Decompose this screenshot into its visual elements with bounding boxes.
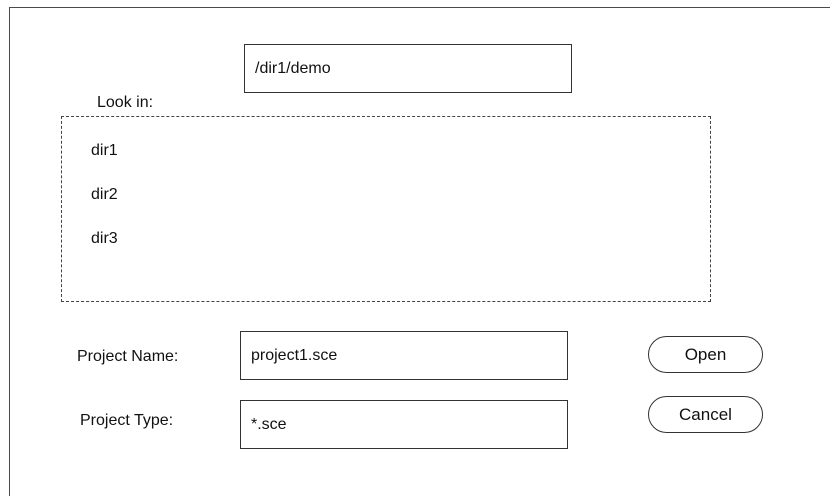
project-type-label: Project Type: <box>80 412 174 429</box>
project-type-field[interactable]: *.sce <box>240 400 568 449</box>
look-in-label: Look in: <box>97 94 154 111</box>
look-in-path-value: /dir1/demo <box>255 59 331 77</box>
project-name-label: Project Name: <box>77 348 179 365</box>
open-button[interactable]: Open <box>648 336 763 373</box>
list-item[interactable]: dir3 <box>91 229 118 249</box>
project-type-value: *.sce <box>251 415 287 433</box>
list-item[interactable]: dir1 <box>91 141 118 161</box>
look-in-path-field[interactable]: /dir1/demo <box>244 44 572 93</box>
cancel-button[interactable]: Cancel <box>648 396 763 433</box>
project-name-value: project1.sce <box>251 346 338 364</box>
project-name-field[interactable]: project1.sce <box>240 331 568 380</box>
directory-list[interactable]: dir1 dir2 dir3 <box>61 116 711 302</box>
list-item[interactable]: dir2 <box>91 185 118 205</box>
